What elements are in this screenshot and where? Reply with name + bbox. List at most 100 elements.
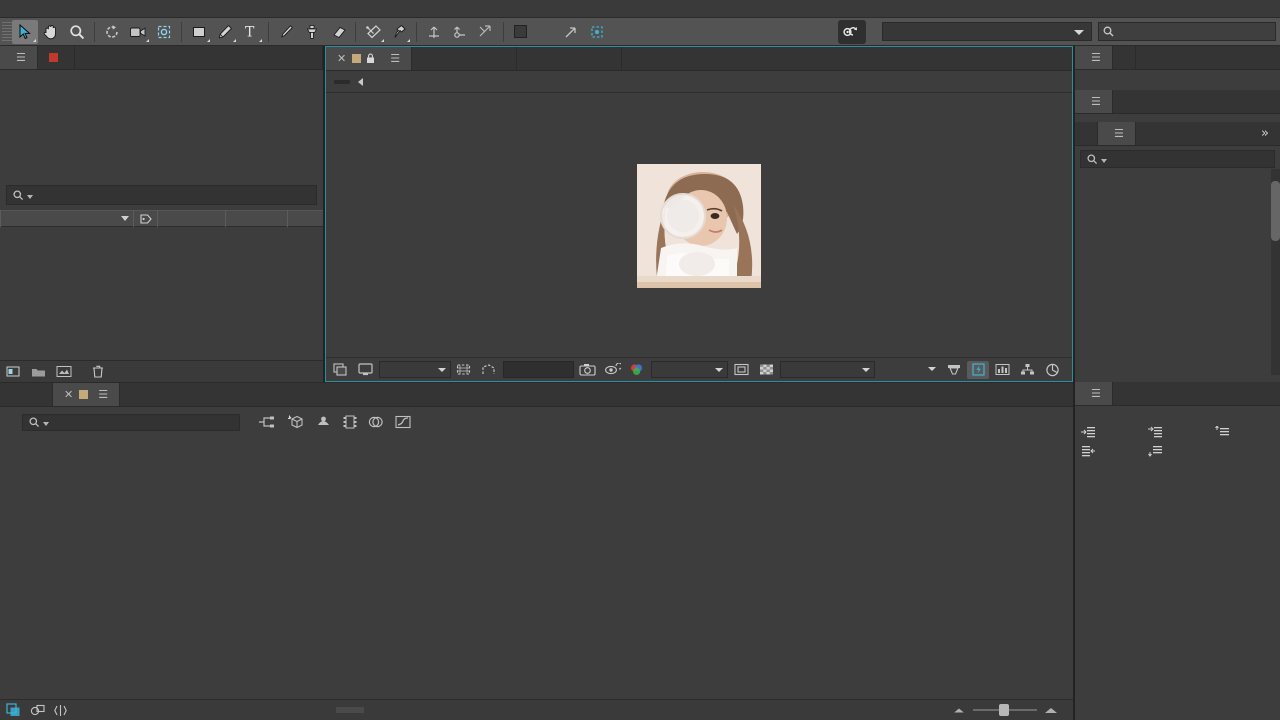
effects-tabbar-overflow[interactable]: » xyxy=(1135,122,1280,145)
tab-preview[interactable]: ☰ xyxy=(1075,90,1113,113)
pan-behind-tool[interactable] xyxy=(151,20,177,44)
snapping-toggle-icon[interactable] xyxy=(473,20,499,44)
roto-brush-tool[interactable] xyxy=(360,20,386,44)
snap-arrow-icon[interactable] xyxy=(558,20,584,44)
tab-project[interactable]: ☰ xyxy=(0,46,38,69)
workspace-select[interactable] xyxy=(882,22,1092,41)
pen-tool[interactable] xyxy=(212,20,238,44)
resolution-select[interactable] xyxy=(650,361,729,378)
close-icon[interactable]: ✕ xyxy=(337,52,346,65)
zoom-out-icon[interactable] xyxy=(954,708,964,712)
camera-view-select[interactable] xyxy=(780,361,876,378)
tab-effects-presets[interactable]: ☰ xyxy=(1098,122,1136,145)
timeline-search-input[interactable] xyxy=(22,413,240,431)
zoom-slider-knob[interactable] xyxy=(999,704,1009,716)
effects-search-input[interactable] xyxy=(1080,150,1275,168)
tab-footage[interactable] xyxy=(412,47,518,70)
fast-previews-icon[interactable] xyxy=(967,360,989,379)
help-search-field[interactable] xyxy=(1098,22,1276,41)
eraser-tool[interactable] xyxy=(325,20,351,44)
timeline-zoom-slider[interactable] xyxy=(953,704,1057,716)
clone-stamp-tool[interactable] xyxy=(299,20,325,44)
tab-paragraph[interactable]: ☰ xyxy=(1075,382,1113,405)
selection-tool[interactable] xyxy=(12,19,38,44)
timeline-graph-icon[interactable] xyxy=(992,361,1014,379)
composition-canvas[interactable] xyxy=(637,163,761,288)
comp-nav-icon[interactable] xyxy=(30,704,45,717)
tab-effect-controls[interactable] xyxy=(37,46,75,69)
graph-editor-icon[interactable] xyxy=(395,415,411,429)
pixel-aspect-correction-icon[interactable] xyxy=(943,361,965,379)
chevron-right-double-icon[interactable]: » xyxy=(1261,126,1269,141)
lock-icon[interactable] xyxy=(366,53,375,64)
tab-render-queue[interactable] xyxy=(0,383,53,406)
effects-scrollbar[interactable] xyxy=(1271,169,1280,375)
snap-target-icon[interactable] xyxy=(584,20,610,44)
view-count-select[interactable] xyxy=(878,361,940,378)
region-of-interest-icon[interactable] xyxy=(731,361,753,379)
draft-3d-icon[interactable] xyxy=(287,415,304,430)
type-tool[interactable]: T xyxy=(238,20,264,44)
rotation-tool[interactable] xyxy=(99,20,125,44)
indent-first-line-field[interactable] xyxy=(1148,426,1211,438)
breadcrumb-comp-chip[interactable] xyxy=(334,79,350,84)
transparency-grid-icon[interactable] xyxy=(756,361,778,379)
indent-right-field[interactable] xyxy=(1081,445,1144,457)
hide-shy-layers-icon[interactable] xyxy=(315,415,332,429)
indent-left-field[interactable] xyxy=(1081,426,1144,438)
close-icon[interactable]: ✕ xyxy=(64,388,73,401)
sort-arrow-icon[interactable] xyxy=(121,216,129,221)
effects-scrollbar-thumb[interactable] xyxy=(1271,181,1280,241)
enable-frame-blending-icon[interactable] xyxy=(343,415,357,429)
snapshot-icon[interactable] xyxy=(577,361,599,379)
interpret-footage-icon[interactable] xyxy=(56,365,72,378)
align-group[interactable] xyxy=(514,25,532,38)
toggle-switches-modes-icon[interactable] xyxy=(6,703,21,717)
panel-menu-icon[interactable]: ☰ xyxy=(16,51,26,64)
composition-mini-flowchart-icon[interactable] xyxy=(258,415,276,429)
new-comp-icon[interactable] xyxy=(6,365,21,378)
hand-tool[interactable] xyxy=(38,20,64,44)
exposure-reset-icon[interactable] xyxy=(1041,361,1063,379)
toolbar-grip[interactable] xyxy=(2,21,12,42)
choose-grid-icon[interactable] xyxy=(454,361,476,379)
anchor-axes-icon[interactable] xyxy=(447,20,473,44)
panel-menu-icon[interactable]: ☰ xyxy=(390,52,400,65)
toggle-switches-modes-button[interactable] xyxy=(336,707,364,713)
effects-tree[interactable] xyxy=(1075,169,1280,375)
show-snapshot-icon[interactable] xyxy=(602,361,624,379)
breadcrumb-back-icon[interactable] xyxy=(358,77,363,86)
brush-tool[interactable] xyxy=(273,20,299,44)
tab-library[interactable] xyxy=(1075,122,1098,145)
magnification-select[interactable] xyxy=(379,361,451,378)
tab-layer[interactable] xyxy=(517,47,623,70)
panel-menu-icon[interactable]: ☰ xyxy=(1091,51,1101,64)
zoom-tool[interactable] xyxy=(64,20,90,44)
delete-icon[interactable] xyxy=(92,365,104,378)
mask-visibility-icon[interactable] xyxy=(478,361,500,379)
transform-axes-icon[interactable] xyxy=(421,20,447,44)
main-viewer-icon[interactable] xyxy=(355,361,377,379)
always-preview-icon[interactable] xyxy=(330,361,352,379)
project-search-input[interactable] xyxy=(6,185,317,205)
tab-timeline-comp[interactable]: ✕ ☰ xyxy=(53,383,121,406)
shape-tool[interactable] xyxy=(186,20,212,44)
panel-menu-icon[interactable]: ☰ xyxy=(1091,387,1101,400)
current-time-display[interactable] xyxy=(502,361,574,378)
channel-select-icon[interactable] xyxy=(626,361,648,379)
tab-composition[interactable]: ✕ ☰ xyxy=(326,47,413,70)
camera-tool[interactable] xyxy=(125,20,151,44)
space-after-field[interactable] xyxy=(1148,445,1211,457)
tab-audio[interactable] xyxy=(1112,46,1136,69)
new-folder-icon[interactable] xyxy=(31,366,46,378)
zoom-slider-track[interactable] xyxy=(973,704,1037,716)
expand-columns-icon[interactable] xyxy=(54,704,67,717)
panel-menu-icon[interactable]: ☰ xyxy=(1114,127,1124,140)
panel-menu-icon[interactable]: ☰ xyxy=(98,388,108,401)
puppet-pin-tool[interactable] xyxy=(386,20,412,44)
composition-viewer[interactable] xyxy=(326,94,1072,357)
tab-info[interactable]: ☰ xyxy=(1075,46,1113,69)
comp-flowchart-icon[interactable] xyxy=(1017,361,1039,379)
sync-settings-icon[interactable] xyxy=(838,19,866,44)
space-before-field[interactable] xyxy=(1215,426,1273,438)
